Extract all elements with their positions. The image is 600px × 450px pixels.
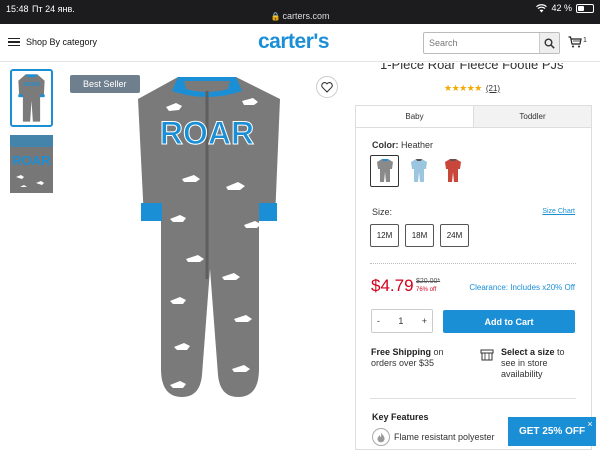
product-title: 1-Piece Roar Fleece Footie PJs xyxy=(380,63,564,72)
battery-icon xyxy=(576,3,594,13)
carters-logo[interactable]: carter's xyxy=(258,30,330,54)
best-seller-badge: Best Seller xyxy=(70,75,140,93)
review-count-link[interactable]: (21) xyxy=(486,84,500,93)
cart-button[interactable]: 1 xyxy=(568,36,587,48)
qty-value[interactable]: 1 xyxy=(398,316,403,326)
size-options: 12M 18M 24M xyxy=(370,224,469,247)
flame-icon xyxy=(372,428,390,446)
pajama-thumbnail-image: ROAR xyxy=(12,71,51,125)
url-text: carters.com xyxy=(282,11,330,21)
search-icon xyxy=(544,38,555,49)
lock-icon: 🔒 xyxy=(270,12,281,21)
product-rating[interactable]: ★★★★★ (21) xyxy=(444,83,500,94)
color-value: Heather xyxy=(401,140,434,150)
wishlist-button[interactable] xyxy=(316,76,338,98)
heather-swatch-image xyxy=(376,159,393,182)
tab-baby[interactable]: Baby xyxy=(356,106,473,127)
shop-by-category-button[interactable]: Shop By category xyxy=(8,37,97,47)
hamburger-icon xyxy=(8,37,20,47)
feature-item: Flame resistant polyester xyxy=(372,428,495,446)
menu-label: Shop By category xyxy=(26,37,98,47)
qty-decrease-button[interactable]: - xyxy=(377,316,380,326)
battery-percent: 42 % xyxy=(551,3,572,13)
cart-icon xyxy=(568,36,582,48)
status-right: 42 % xyxy=(536,3,594,13)
store-icon xyxy=(480,349,494,361)
fabric-closeup-image: ROAR xyxy=(10,135,53,193)
quantity-stepper: - 1 + xyxy=(371,309,433,333)
size-group-tabs: Baby Toddler xyxy=(356,106,591,128)
cart-count: 1 xyxy=(583,37,587,44)
address-bar[interactable]: 🔒 carters.com xyxy=(0,11,600,21)
search-button[interactable] xyxy=(539,33,559,53)
clearance-note: Clearance: Includes x20% Off xyxy=(469,283,575,292)
product-main-image[interactable]: ROAR xyxy=(66,69,344,415)
wifi-icon xyxy=(536,3,548,12)
svg-text:ROAR: ROAR xyxy=(23,82,39,88)
add-to-cart-button[interactable]: Add to Cart xyxy=(443,310,575,333)
size-label: Size: xyxy=(372,207,393,217)
size-18m-button[interactable]: 18M xyxy=(405,224,434,247)
swatch-red[interactable] xyxy=(438,155,467,187)
divider xyxy=(370,263,576,264)
svg-text:ROAR: ROAR xyxy=(12,153,51,168)
thumbnail-front[interactable]: ROAR xyxy=(10,69,53,127)
star-rating-icon: ★★★★★ xyxy=(444,83,482,93)
product-page: ROAR ROAR ROAR Best Seller 1-Piece Roar … xyxy=(0,63,600,450)
red-swatch-image xyxy=(444,159,461,182)
discount-percent: 76% off xyxy=(416,287,437,293)
site-header: Shop By category carter's 1 xyxy=(0,24,600,62)
blue-swatch-image xyxy=(410,159,427,182)
purchase-panel: Baby Toddler Color: Heather Size: Size C… xyxy=(355,105,592,450)
search-input[interactable] xyxy=(424,33,539,53)
divider xyxy=(370,398,576,399)
color-label: Color: Heather xyxy=(372,140,434,150)
size-chart-link[interactable]: Size Chart xyxy=(542,208,575,215)
feature-text: Flame resistant polyester xyxy=(394,432,495,442)
swatch-blue[interactable] xyxy=(404,155,433,187)
promo-banner-button[interactable]: GET 25% OFF xyxy=(508,417,596,446)
key-features-heading: Key Features xyxy=(372,412,429,422)
heart-icon xyxy=(321,81,333,93)
tab-toddler[interactable]: Toddler xyxy=(473,106,591,127)
svg-text:ROAR: ROAR xyxy=(160,115,254,151)
free-shipping-info: Free Shipping on orders over $35 xyxy=(371,347,444,368)
status-bar: 15:48 Пт 24 янв. 🔒 carters.com 42 % xyxy=(0,0,600,24)
sale-price: $4.79 xyxy=(371,276,414,295)
original-price: $20.00* xyxy=(416,278,441,285)
store-availability-info[interactable]: Select a size to see in store availabili… xyxy=(501,347,581,380)
search-box xyxy=(423,32,560,54)
swatch-heather[interactable] xyxy=(370,155,399,187)
thumbnail-detail[interactable]: ROAR xyxy=(10,135,53,193)
qty-increase-button[interactable]: + xyxy=(422,316,427,326)
pajama-image: ROAR xyxy=(66,69,344,415)
color-swatches xyxy=(370,155,467,187)
close-icon[interactable]: × xyxy=(585,419,595,429)
size-12m-button[interactable]: 12M xyxy=(370,224,399,247)
size-24m-button[interactable]: 24M xyxy=(440,224,469,247)
